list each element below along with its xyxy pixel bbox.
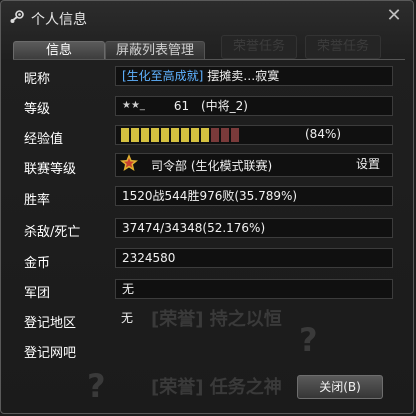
win-rate-label: 胜率 (24, 193, 51, 208)
exp-label: 经验值 (24, 132, 64, 147)
nickname-label: 昵称 (24, 72, 51, 87)
exp-bar-segment (171, 128, 179, 142)
nickname-tag: [生化至高成就] (122, 69, 204, 83)
exp-progress-bar (121, 128, 261, 142)
league-settings-button[interactable]: 设置 (356, 155, 380, 172)
star-medal-icon (120, 154, 138, 171)
league-label: 联赛等级 (24, 162, 77, 177)
title-bar: 个人信息 ✕ (1, 1, 413, 33)
exp-percent: (84%) (305, 127, 342, 141)
exp-bar-segment (231, 128, 239, 142)
personal-info-window: 荣誉任务 荣誉任务 [荣誉] 持之以恒 [荣誉] 任务之神 ? ? 个人信息 ✕… (0, 0, 414, 414)
netbar-label: 登记网吧 (24, 346, 77, 361)
level-value: 61 (173, 99, 190, 113)
window-title: 个人信息 (31, 12, 87, 28)
exp-bar-segment (221, 128, 229, 142)
gold-label: 金币 (24, 256, 51, 271)
win-rate-field: 1520战544胜976败(35.789%) (115, 186, 393, 206)
background-question-mark: ? (87, 367, 106, 405)
background-tab: 荣誉任务 (221, 35, 297, 59)
tab-divider (13, 59, 405, 60)
background-tab: 荣誉任务 (305, 35, 381, 59)
background-achievement-text: [荣誉] 任务之神 (151, 377, 282, 398)
level-title: (中将_2) (200, 99, 248, 113)
exp-bar-segment (201, 128, 209, 142)
exp-bar-segment (161, 128, 169, 142)
exp-bar-segment (131, 128, 139, 142)
level-label: 等级 (24, 102, 51, 117)
kd-field: 37474/34348(52.176%) (115, 218, 393, 238)
tab-block-list[interactable]: 屏蔽列表管理 (105, 41, 205, 60)
exp-bar-segment (141, 128, 149, 142)
exp-bar-segment (191, 128, 199, 142)
exp-bar-segment (151, 128, 159, 142)
kd-label: 杀敌/死亡 (24, 225, 81, 240)
steam-icon (10, 10, 24, 23)
close-icon[interactable]: ✕ (385, 7, 403, 25)
close-button[interactable]: 关闭(B) (297, 375, 383, 399)
level-field: ★★_ 61 (中将_2) (115, 96, 393, 116)
exp-bar-segment (211, 128, 219, 142)
league-text: 司令部 (生化模式联赛) (151, 159, 273, 173)
clan-field: 无 (115, 279, 393, 299)
nickname-field: [生化至高成就] 摆摊卖…寂寞 (115, 66, 393, 86)
exp-bar-segment (121, 128, 129, 142)
clan-label: 军团 (24, 286, 51, 301)
region-field: 无 (121, 311, 134, 325)
netbar-field (115, 339, 393, 359)
region-label: 登记地区 (24, 316, 77, 331)
rank-insignia-icon: ★★_ (122, 100, 145, 111)
exp-bar-segment (181, 128, 189, 142)
tab-info[interactable]: 信息 (13, 41, 105, 60)
nickname-value: 摆摊卖…寂寞 (207, 69, 280, 83)
gold-field: 2324580 (115, 248, 393, 268)
